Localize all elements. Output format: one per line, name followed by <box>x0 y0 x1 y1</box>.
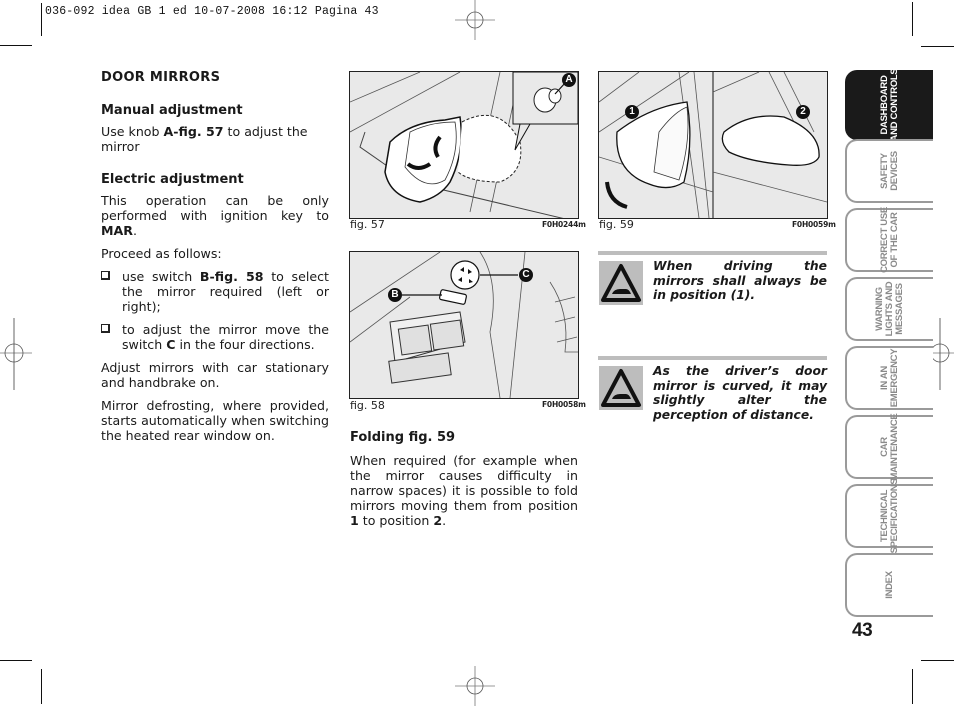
tab-dashboard-and-controls[interactable]: DASHBOARD AND CONTROLS <box>845 69 933 141</box>
folding-section: Folding fig. 59 When required (for examp… <box>350 430 578 536</box>
warning-box: As the driver’s door mirror is curved, i… <box>598 356 827 422</box>
callout-b: B <box>388 288 402 302</box>
print-slug: 036-092 idea GB 1 ed 10-07-2008 16:12 Pa… <box>45 5 379 18</box>
registration-mark-icon <box>0 318 32 390</box>
warning-text: As the driver’s door mirror is curved, i… <box>653 364 827 422</box>
callout-c: C <box>519 268 533 282</box>
registration-mark-icon <box>455 0 495 40</box>
figure-59-code: F0H0059m <box>792 220 836 229</box>
defrost-note: Mirror defrosting, where provided, start… <box>101 398 329 443</box>
figure-59-image: 1 2 <box>598 71 828 219</box>
tab-technical-specifications[interactable]: TECHNICAL SPECIFICATIONS <box>845 479 933 553</box>
crop-mark <box>912 669 913 704</box>
figure-57-code: F0H0244m <box>542 220 586 229</box>
tab-safety-devices[interactable]: SAFETY DEVICES <box>845 139 933 203</box>
section-title: DOOR MIRRORS <box>101 70 221 85</box>
callout-a: A <box>562 73 576 87</box>
proceed-text: Proceed as follows: <box>101 246 222 261</box>
callout-position-2: 2 <box>796 105 810 119</box>
crop-mark <box>0 45 32 46</box>
warning-triangle-car-icon <box>599 261 643 305</box>
figure-57-image: A <box>349 71 579 219</box>
warning-divider <box>598 356 827 360</box>
door-mirrors-section: DOOR MIRRORS Manual adjustment Use knob … <box>101 70 329 451</box>
crop-mark <box>41 3 42 36</box>
adjust-note: Adjust mirrors with car stationary and h… <box>101 360 329 390</box>
crop-mark <box>921 660 954 661</box>
folding-text: When required (for example when the mirr… <box>350 453 578 528</box>
figure-58-code: F0H0058m <box>542 400 586 409</box>
tab-index[interactable]: INDEX <box>845 553 933 617</box>
crop-mark <box>921 46 954 47</box>
folding-heading: Folding fig. 59 <box>350 430 456 445</box>
figure-57-caption: fig. 57 <box>350 218 385 231</box>
page-number: 43 <box>852 620 873 641</box>
mirror-switch-illustration <box>350 252 578 398</box>
registration-mark-icon <box>455 666 495 706</box>
checkbox-bullet-icon <box>101 271 110 280</box>
figure-58-image: B C <box>349 251 579 399</box>
warning-divider <box>598 251 827 255</box>
tab-in-an-emergency[interactable]: IN AN EMERGENCY <box>845 346 933 410</box>
warning-triangle-car-icon <box>599 366 643 410</box>
crop-mark <box>41 669 42 704</box>
warning-text: When driving the mirrors shall always be… <box>653 259 827 302</box>
figure-58-caption: fig. 58 <box>350 399 385 412</box>
tab-car-maintenance[interactable]: CAR MAINTENANCE <box>845 414 933 480</box>
tab-correct-use-of-the-car[interactable]: CORRECT USE OF THE CAR <box>845 207 933 273</box>
tab-warning-lights-and-messages[interactable]: WARNING LIGHTS AND MESSAGES <box>845 277 933 341</box>
list-item: use switch B-fig. 58 to select the mirro… <box>101 269 329 314</box>
crop-mark <box>0 660 32 661</box>
mirror-folding-illustration <box>599 72 827 218</box>
checkbox-bullet-icon <box>101 324 110 333</box>
manual-adjustment-text: Use knob A-fig. 57 to adjust the mirror <box>101 124 308 154</box>
list-item: to adjust the mirror move the switch C i… <box>101 322 329 352</box>
manual-adjustment-heading: Manual adjustment <box>101 103 243 118</box>
figure-59-caption: fig. 59 <box>599 218 634 231</box>
crop-mark <box>912 2 913 36</box>
mirror-knob-illustration <box>350 72 578 218</box>
electric-adjustment-heading: Electric adjustment <box>101 172 244 187</box>
electric-intro-text: This operation can be only performed wit… <box>101 193 329 238</box>
warning-box: When driving the mirrors shall always be… <box>598 251 827 311</box>
callout-position-1: 1 <box>625 105 639 119</box>
